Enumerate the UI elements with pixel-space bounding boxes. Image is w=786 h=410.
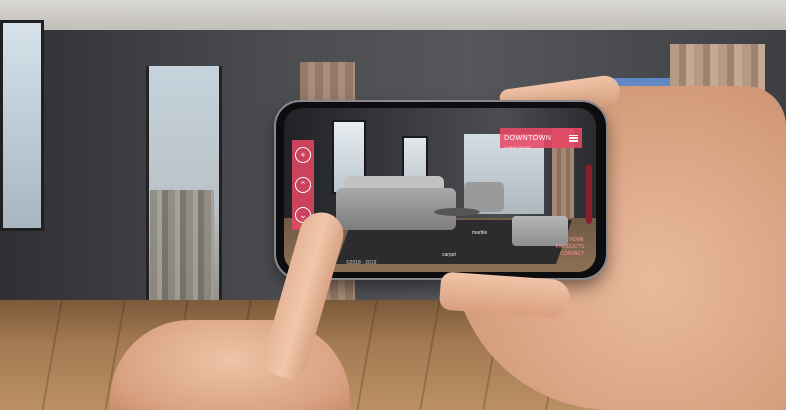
menu-item-contact[interactable]: CONTACT — [556, 251, 584, 258]
tag-carpet[interactable]: carpet — [442, 252, 456, 258]
banner-title: DOWNTOWN — [504, 134, 552, 142]
room-scene: + ⌃ ⌄ DOWNTOWN LIVING ROOM marble carpet… — [0, 0, 786, 410]
virtual-table — [434, 208, 480, 216]
window-left — [0, 20, 44, 231]
menu-item-home[interactable]: HOME — [556, 237, 584, 244]
city-skyline — [150, 190, 214, 314]
banner-subtitle: LIVING ROOM — [504, 144, 531, 150]
copyright-text: ©2018 - 2019 — [346, 260, 377, 266]
tag-marble[interactable]: marble — [472, 230, 487, 236]
virtual-chair — [464, 182, 504, 212]
zoom-in-icon[interactable]: + — [295, 147, 311, 163]
phone-edge — [586, 164, 592, 224]
menu-item-products[interactable]: PRODUCTS — [556, 244, 584, 251]
bottom-menu: HOME PRODUCTS CONTACT — [556, 237, 584, 258]
chevron-up-icon[interactable]: ⌃ — [295, 177, 311, 193]
location-banner[interactable]: DOWNTOWN LIVING ROOM — [500, 128, 582, 150]
menu-icon[interactable] — [569, 134, 578, 142]
